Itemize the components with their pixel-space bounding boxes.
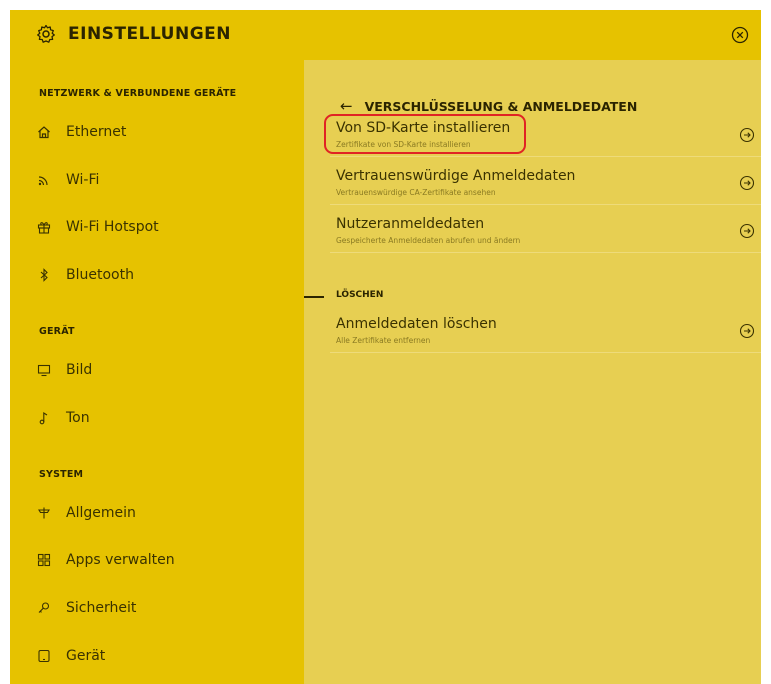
sidebar-item-label: Allgemein — [66, 505, 136, 521]
key-icon — [36, 600, 52, 616]
content-panel: ← VERSCHLÜSSELUNG & ANMELDEDATEN Von SD-… — [304, 60, 761, 684]
sidebar-item-label: Bild — [66, 362, 93, 378]
row-subtitle: Gespeicherte Anmeldedaten abrufen und än… — [336, 236, 521, 245]
apps-grid-icon — [36, 552, 52, 568]
section-header-delete: LÖSCHEN — [336, 290, 384, 300]
close-icon[interactable] — [731, 26, 749, 44]
home-icon — [36, 124, 52, 140]
row-trusted-credentials[interactable]: Vertrauenswürdige Anmeldedaten Vertrauen… — [330, 162, 761, 205]
sidebar: NETZWERK & VERBUNDENE GERÄTE Ethernet Wi… — [10, 60, 304, 684]
sidebar-section-title: NETZWERK & VERBUNDENE GERÄTE — [39, 88, 237, 99]
sidebar-section-title: GERÄT — [39, 326, 75, 337]
header-bar: EINSTELLUNGEN — [10, 10, 761, 60]
sidebar-item-label: Gerät — [66, 648, 106, 664]
sidebar-item-label: Wi-Fi — [66, 172, 100, 188]
page-title: EINSTELLUNGEN — [68, 24, 232, 44]
row-clear-credentials[interactable]: Anmeldedaten löschen Alle Zertifikate en… — [330, 310, 761, 353]
sidebar-item-wifi[interactable]: Wi-Fi — [36, 168, 99, 192]
arrow-right-circle-icon — [739, 323, 755, 339]
row-title: Nutzeranmeldedaten — [336, 216, 485, 232]
row-subtitle: Alle Zertifikate entfernen — [336, 336, 431, 345]
sidebar-item-bild[interactable]: Bild — [36, 358, 92, 382]
arrow-right-circle-icon — [739, 127, 755, 143]
signpost-icon — [36, 505, 52, 521]
row-sd-card-install[interactable]: Von SD-Karte installieren Zertifikate vo… — [330, 114, 761, 157]
sidebar-item-sicherheit[interactable]: Sicherheit — [36, 596, 136, 620]
wifi-icon — [36, 172, 52, 188]
sidebar-item-label: Bluetooth — [66, 267, 134, 283]
row-title: Vertrauenswürdige Anmeldedaten — [336, 168, 576, 184]
monitor-icon — [36, 362, 52, 378]
section-title: VERSCHLÜSSELUNG & ANMELDEDATEN — [364, 98, 638, 114]
section-divider — [304, 296, 324, 298]
row-subtitle: Vertrauenswürdige CA-Zertifikate ansehen — [336, 188, 496, 197]
sidebar-item-label: Ton — [66, 410, 90, 426]
sidebar-item-label: Wi-Fi Hotspot — [66, 219, 159, 235]
music-note-icon — [36, 410, 52, 426]
arrow-right-circle-icon — [739, 223, 755, 239]
sidebar-item-label: Apps verwalten — [66, 552, 175, 568]
gear-icon — [37, 24, 55, 43]
row-title: Anmeldedaten löschen — [336, 316, 497, 332]
row-user-credentials[interactable]: Nutzeranmeldedaten Gespeicherte Anmelded… — [330, 210, 761, 253]
row-title: Von SD-Karte installieren — [336, 120, 511, 136]
arrow-right-circle-icon — [739, 175, 755, 191]
sidebar-item-geraet[interactable]: Gerät — [36, 644, 105, 668]
gift-icon — [36, 219, 52, 235]
device-icon — [36, 648, 52, 664]
sidebar-item-label: Ethernet — [66, 124, 127, 140]
sidebar-item-ethernet[interactable]: Ethernet — [36, 120, 126, 144]
row-subtitle: Zertifikate von SD-Karte installieren — [336, 140, 471, 149]
back-arrow-icon[interactable]: ← — [340, 97, 353, 115]
sidebar-section-title: SYSTEM — [39, 469, 84, 480]
sidebar-item-allgemein[interactable]: Allgemein — [36, 501, 136, 525]
sidebar-item-apps-verwalten[interactable]: Apps verwalten — [36, 548, 175, 572]
bluetooth-icon — [36, 267, 52, 283]
breadcrumb: ← VERSCHLÜSSELUNG & ANMELDEDATEN — [340, 97, 637, 115]
sidebar-item-ton[interactable]: Ton — [36, 406, 90, 430]
sidebar-item-label: Sicherheit — [66, 600, 137, 616]
settings-window: EINSTELLUNGEN NETZWERK & VERBUNDENE GERÄ… — [10, 10, 761, 684]
sidebar-item-wifi-hotspot[interactable]: Wi-Fi Hotspot — [36, 215, 159, 239]
sidebar-item-bluetooth[interactable]: Bluetooth — [36, 263, 134, 287]
